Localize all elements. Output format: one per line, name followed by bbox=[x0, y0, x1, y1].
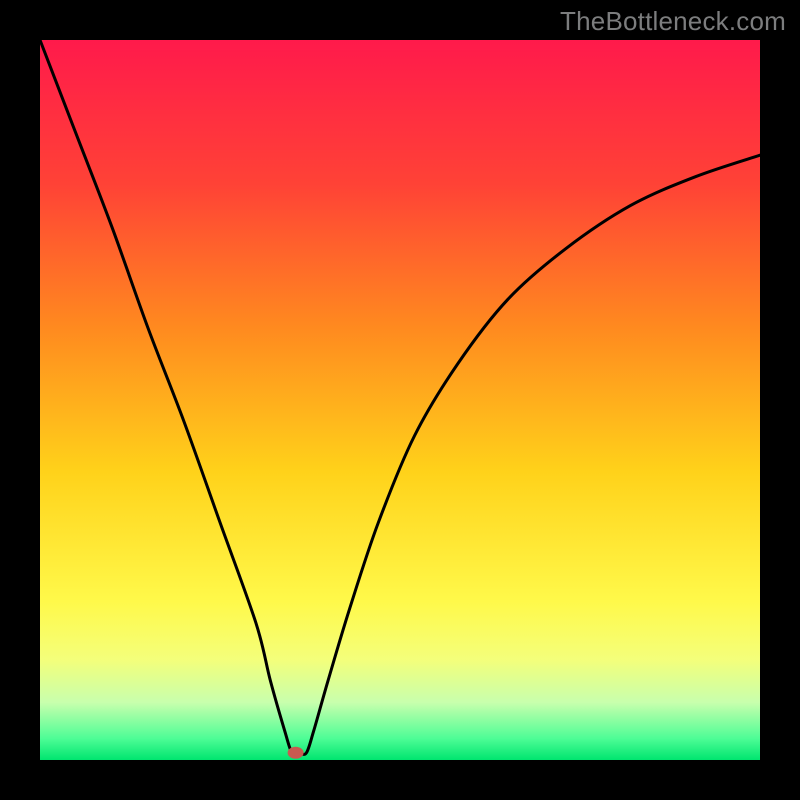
marker-dot bbox=[288, 747, 304, 759]
plot-svg bbox=[40, 40, 760, 760]
chart-frame: TheBottleneck.com bbox=[0, 0, 800, 800]
gradient-background bbox=[40, 40, 760, 760]
watermark-text: TheBottleneck.com bbox=[560, 6, 786, 37]
plot-area bbox=[40, 40, 760, 760]
